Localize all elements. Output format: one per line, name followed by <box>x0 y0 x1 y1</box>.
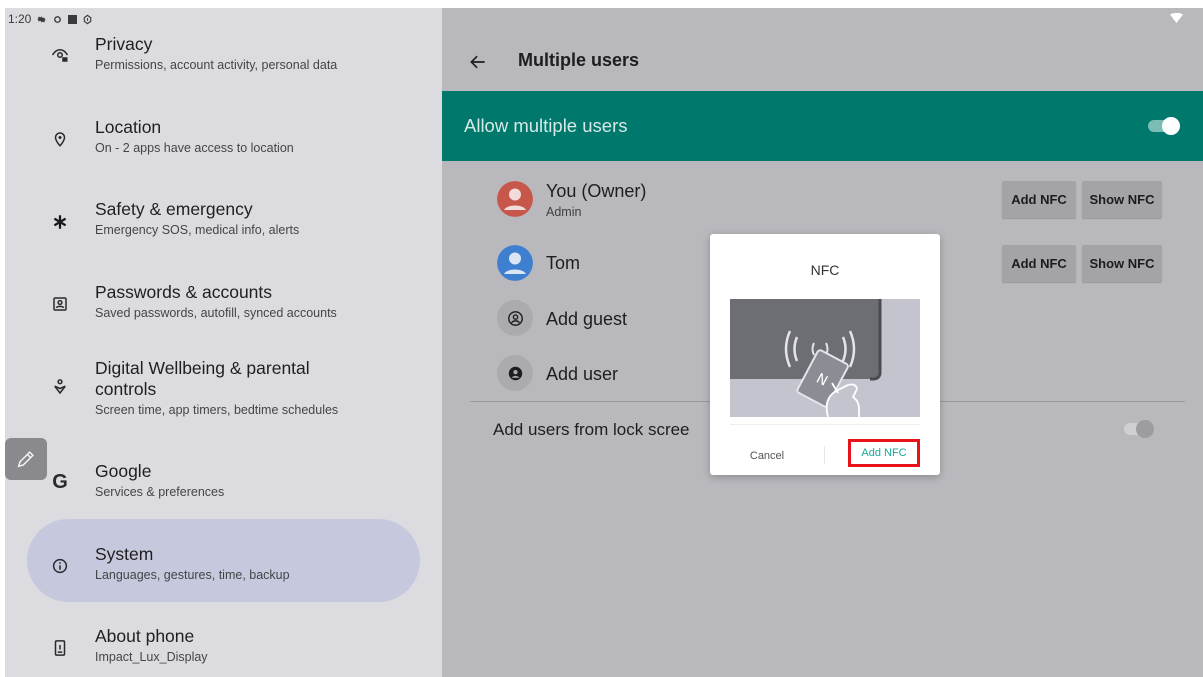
wifi-icon <box>1170 13 1183 23</box>
settings-item-privacy[interactable]: Privacy Permissions, account activity, p… <box>5 33 442 83</box>
avatar <box>497 245 533 281</box>
status-time: 1:20 <box>8 12 32 26</box>
allow-multiple-users-toggle[interactable] <box>1148 117 1180 135</box>
dialog-title: NFC <box>810 262 840 278</box>
add-user-icon <box>497 355 533 391</box>
settings-item-title: Passwords & accounts <box>95 282 273 302</box>
add-guest-label: Add guest <box>546 309 628 329</box>
settings-item-system[interactable]: System Languages, gestures, time, backup <box>5 543 442 593</box>
settings-item-subtitle: Permissions, account activity, personal … <box>95 58 338 72</box>
status-bar: 1:20 <box>8 12 93 26</box>
user-role: Admin <box>546 205 582 219</box>
square-status-icon <box>68 14 78 24</box>
account-box-icon <box>49 293 71 315</box>
screen: 1:20 Privacy Permissions, account activi… <box>5 8 1203 677</box>
settings-item-subtitle: Emergency SOS, medical info, alerts <box>95 223 300 237</box>
asterisk-icon <box>49 211 71 233</box>
settings-item-subtitle: Impact_Lux_Display <box>95 650 208 664</box>
lock-screen-users-toggle[interactable] <box>1124 420 1154 438</box>
avatar <box>497 181 533 217</box>
user-name: Tom <box>546 253 581 273</box>
settings-item-about-phone[interactable]: About phone Impact_Lux_Display <box>5 625 442 675</box>
settings-item-title-line2: controls <box>95 379 157 399</box>
privacy-icon <box>49 44 71 66</box>
settings-item-title: Location <box>95 117 162 137</box>
settings-item-title: About phone <box>95 626 195 646</box>
settings-item-passwords[interactable]: Passwords & accounts Saved passwords, au… <box>5 281 442 331</box>
location-pin-icon <box>49 128 71 150</box>
settings-item-digital-wellbeing[interactable]: Digital Wellbeing & parental controls Sc… <box>5 357 442 423</box>
settings-item-title: Privacy <box>95 34 153 54</box>
settings-item-safety[interactable]: Safety & emergency Emergency SOS, medica… <box>5 198 442 248</box>
page-title: Multiple users <box>518 50 640 70</box>
allow-multiple-users-row[interactable]: Allow multiple users <box>442 91 1203 161</box>
cancel-button[interactable]: Cancel <box>729 447 805 465</box>
circle-status-icon <box>54 15 62 23</box>
vpn-status-icon <box>84 14 92 24</box>
settings-gear-icon <box>37 15 46 23</box>
lock-screen-users-label: Add users from lock scree <box>493 420 690 439</box>
show-nfc-button[interactable]: Show NFC <box>1082 181 1162 218</box>
settings-item-location[interactable]: Location On - 2 apps have access to loca… <box>5 116 442 166</box>
floating-edit-button[interactable] <box>5 438 47 480</box>
user-row-owner[interactable]: You (Owner) Admin Add NFC Show NFC <box>442 178 1203 234</box>
settings-item-title: Google <box>95 461 152 481</box>
settings-item-title: Safety & emergency <box>95 199 253 219</box>
settings-item-subtitle: On - 2 apps have access to location <box>95 141 294 155</box>
nfc-tap-illustration: N <box>730 299 920 417</box>
settings-item-subtitle: Screen time, app timers, bedtime schedul… <box>95 403 339 417</box>
settings-item-subtitle: Languages, gestures, time, backup <box>95 568 290 582</box>
settings-item-title: Digital Wellbeing & parental <box>95 358 310 378</box>
settings-item-google[interactable]: G Google Services & preferences <box>5 460 442 510</box>
settings-item-title: System <box>95 544 154 564</box>
dialog-divider <box>730 424 920 425</box>
allow-multiple-users-label: Allow multiple users <box>464 115 628 136</box>
show-nfc-button[interactable]: Show NFC <box>1082 245 1162 282</box>
settings-item-subtitle: Services & preferences <box>95 485 225 499</box>
settings-item-subtitle: Saved passwords, autofill, synced accoun… <box>95 306 337 320</box>
settings-list-pane: 1:20 Privacy Permissions, account activi… <box>5 8 442 677</box>
info-circle-icon <box>49 555 71 577</box>
confirm-add-nfc-button[interactable]: Add NFC <box>848 439 920 467</box>
guest-icon <box>497 300 533 336</box>
add-user-label: Add user <box>546 364 619 384</box>
google-g-icon: G <box>52 470 68 493</box>
user-name: You (Owner) <box>546 181 647 201</box>
add-nfc-button[interactable]: Add NFC <box>1002 181 1076 218</box>
dialog-button-separator <box>824 446 825 464</box>
pencil-icon <box>17 451 34 468</box>
back-arrow-icon[interactable] <box>468 52 488 72</box>
nfc-dialog: NFC N Cancel Add NFC <box>710 234 940 475</box>
phone-icon <box>49 637 71 659</box>
wellbeing-icon <box>49 376 71 398</box>
add-nfc-button[interactable]: Add NFC <box>1002 245 1076 282</box>
